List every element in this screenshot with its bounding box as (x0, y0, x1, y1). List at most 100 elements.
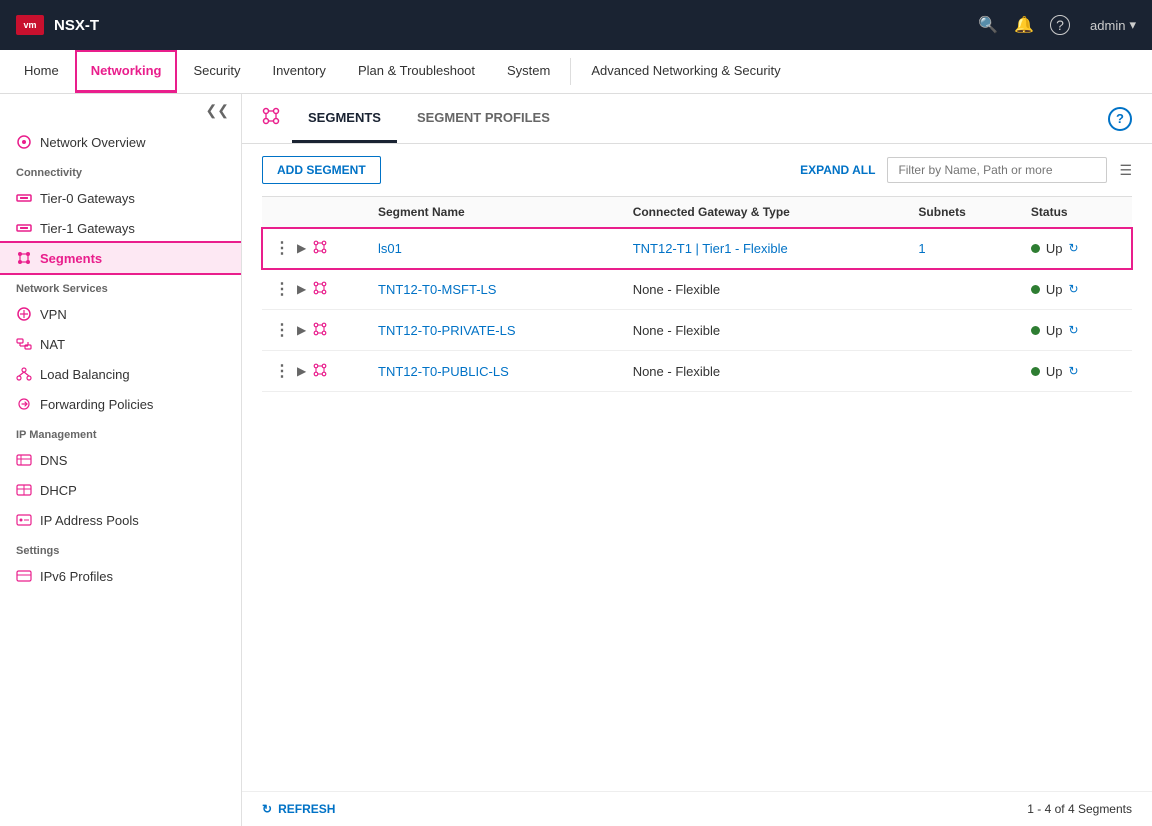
add-segment-button[interactable]: ADD SEGMENT (262, 156, 381, 184)
tab-segments[interactable]: SEGMENTS (292, 94, 397, 143)
network-overview-icon (16, 134, 32, 150)
nav-home[interactable]: Home (8, 50, 75, 93)
sidebar-item-ip-address-pools[interactable]: IP Address Pools (0, 505, 241, 535)
status-cell: Up ↻ (1031, 282, 1120, 297)
segment-name-link[interactable]: TNT12-T0-PRIVATE-LS (378, 323, 515, 338)
sidebar-item-network-overview[interactable]: Network Overview (0, 127, 241, 157)
sidebar-item-dhcp[interactable]: DHCP (0, 475, 241, 505)
subnet-count[interactable]: 1 (918, 241, 925, 256)
load-balancing-icon (16, 366, 32, 382)
dhcp-icon (16, 482, 32, 498)
status-dot (1031, 244, 1040, 253)
topbar: vm NSX-T 🔍 🔔 ? admin ▾ (0, 0, 1152, 50)
sidebar-item-tier1[interactable]: Tier-1 Gateways (0, 213, 241, 243)
col-segment-name: Segment Name (366, 197, 621, 228)
nav-security[interactable]: Security (177, 50, 256, 93)
bell-icon[interactable]: 🔔 (1014, 15, 1034, 35)
nav-networking[interactable]: Networking (75, 50, 178, 93)
status-cell: Up ↻ (1031, 241, 1120, 256)
dns-icon (16, 452, 32, 468)
sidebar-item-vpn[interactable]: VPN (0, 299, 241, 329)
sidebar-item-tier0[interactable]: Tier-0 Gateways (0, 183, 241, 213)
navbar: Home Networking Security Inventory Plan … (0, 50, 1152, 94)
expand-all-button[interactable]: EXPAND ALL (800, 163, 875, 177)
table-container: Segment Name Connected Gateway & Type Su… (242, 196, 1152, 791)
user-menu[interactable]: admin ▾ (1090, 17, 1136, 33)
row-menu-button[interactable]: ⋮ (274, 238, 291, 258)
help-button[interactable]: ? (1108, 107, 1132, 131)
search-icon[interactable]: 🔍 (978, 15, 998, 35)
refresh-label: REFRESH (278, 802, 335, 816)
sidebar-item-label: Tier-0 Gateways (40, 191, 135, 206)
filter-input[interactable] (887, 157, 1107, 183)
segment-name-link[interactable]: TNT12-T0-PUBLIC-LS (378, 364, 509, 379)
segments-tab-icon (262, 107, 280, 130)
gateway-link[interactable]: TNT12-T1 | Tier1 - Flexible (633, 241, 788, 256)
row-actions: ⋮ ▶ (274, 279, 354, 299)
sidebar-section-network-services: Network Services (0, 273, 241, 299)
status-dot (1031, 367, 1040, 376)
segments-icon (16, 250, 32, 266)
gateway-text: None - Flexible (633, 364, 720, 379)
status-cell: Up ↻ (1031, 364, 1120, 379)
nav-inventory[interactable]: Inventory (256, 50, 341, 93)
row-expand-button[interactable]: ▶ (297, 241, 306, 255)
status-text: Up (1046, 241, 1063, 256)
main-layout: ❮❮ Network Overview Connectivity Tier-0 … (0, 94, 1152, 826)
nav-system[interactable]: System (491, 50, 566, 93)
status-refresh-icon[interactable]: ↻ (1069, 241, 1079, 255)
collapse-button[interactable]: ❮❮ (206, 102, 229, 119)
sidebar-item-label: Network Overview (40, 135, 145, 150)
refresh-icon: ↻ (262, 802, 272, 816)
app-name: NSX-T (54, 17, 99, 34)
sidebar-item-forwarding-policies[interactable]: Forwarding Policies (0, 389, 241, 419)
segment-icon (312, 280, 328, 299)
sidebar-item-ipv6-profiles[interactable]: IPv6 Profiles (0, 561, 241, 591)
sidebar-item-label: NAT (40, 337, 65, 352)
gateway-text: None - Flexible (633, 282, 720, 297)
tab-segment-profiles[interactable]: SEGMENT PROFILES (401, 94, 566, 143)
row-actions: ⋮ ▶ (274, 238, 354, 258)
segment-icon (312, 239, 328, 258)
col-subnets: Subnets (906, 197, 1019, 228)
status-text: Up (1046, 364, 1063, 379)
col-actions (262, 197, 366, 228)
ip-address-pools-icon (16, 512, 32, 528)
sidebar-item-segments[interactable]: Segments (0, 243, 241, 273)
sidebar-item-nat[interactable]: NAT (0, 329, 241, 359)
status-refresh-icon[interactable]: ↻ (1069, 323, 1079, 337)
row-menu-button[interactable]: ⋮ (274, 320, 291, 340)
username: admin (1090, 18, 1125, 33)
status-text: Up (1046, 282, 1063, 297)
row-menu-button[interactable]: ⋮ (274, 361, 291, 381)
refresh-button[interactable]: ↻ REFRESH (262, 802, 335, 816)
nav-advanced[interactable]: Advanced Networking & Security (575, 50, 796, 93)
sidebar-section-ip-management: IP Management (0, 419, 241, 445)
gateway-text: None - Flexible (633, 323, 720, 338)
nav-plan-troubleshoot[interactable]: Plan & Troubleshoot (342, 50, 491, 93)
segment-name-link[interactable]: ls01 (378, 241, 402, 256)
segment-name-link[interactable]: TNT12-T0-MSFT-LS (378, 282, 496, 297)
sidebar-item-label: IP Address Pools (40, 513, 139, 528)
row-expand-button[interactable]: ▶ (297, 282, 306, 296)
sidebar-item-label: Segments (40, 251, 102, 266)
sidebar-item-label: IPv6 Profiles (40, 569, 113, 584)
sidebar-item-label: Tier-1 Gateways (40, 221, 135, 236)
row-menu-button[interactable]: ⋮ (274, 279, 291, 299)
sidebar-item-dns[interactable]: DNS (0, 445, 241, 475)
status-refresh-icon[interactable]: ↻ (1069, 364, 1079, 378)
status-dot (1031, 285, 1040, 294)
sidebar-item-label: DNS (40, 453, 67, 468)
row-expand-button[interactable]: ▶ (297, 364, 306, 378)
sidebar-item-label: DHCP (40, 483, 77, 498)
filter-icon: ☰ (1119, 162, 1132, 179)
topbar-icons: 🔍 🔔 ? (978, 15, 1070, 35)
tab-bar: SEGMENTS SEGMENT PROFILES ? (242, 94, 1152, 144)
status-dot (1031, 326, 1040, 335)
status-refresh-icon[interactable]: ↻ (1069, 282, 1079, 296)
vm-icon: vm (16, 15, 44, 35)
help-icon[interactable]: ? (1050, 15, 1070, 35)
row-expand-button[interactable]: ▶ (297, 323, 306, 337)
sidebar-item-load-balancing[interactable]: Load Balancing (0, 359, 241, 389)
toolbar: ADD SEGMENT EXPAND ALL ☰ (242, 144, 1152, 196)
